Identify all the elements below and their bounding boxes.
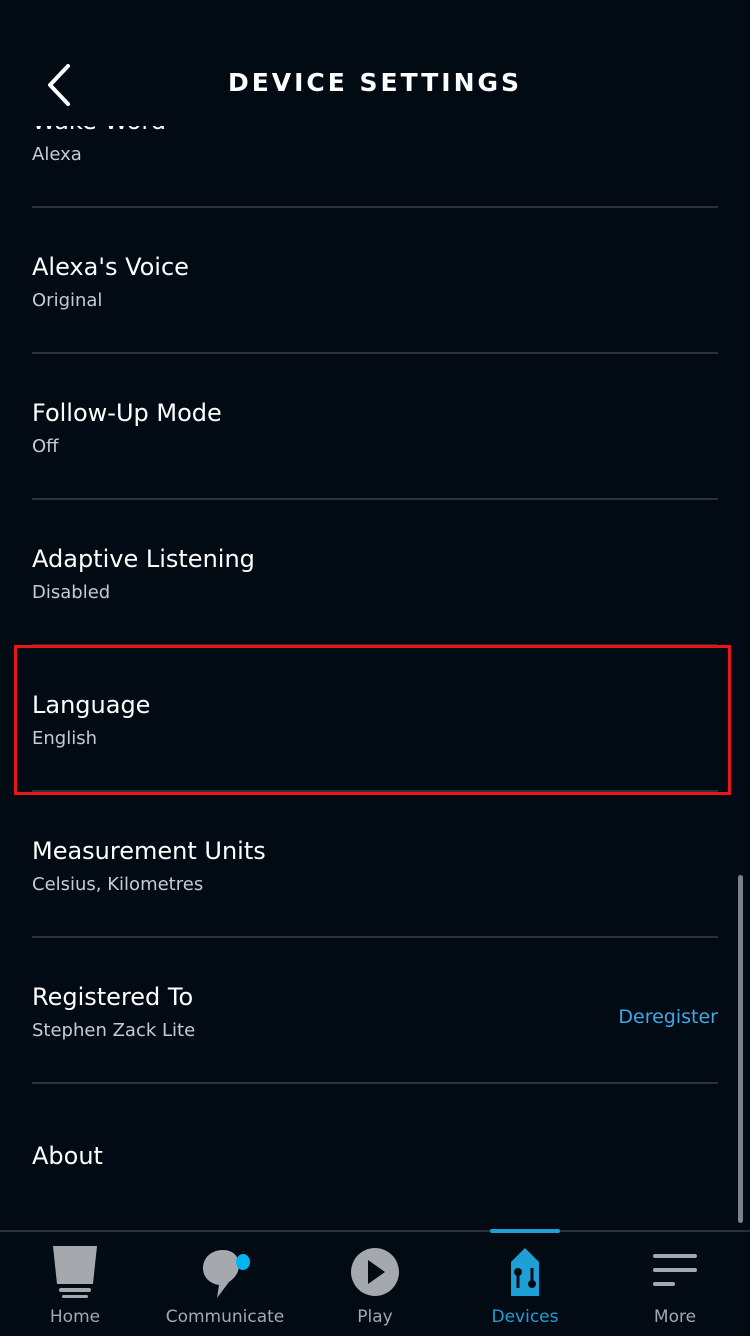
communicate-icon (203, 1250, 250, 1298)
bottom-nav: Home Communicate Play Devices More (0, 1229, 750, 1336)
setting-value: Disabled (32, 582, 111, 603)
setting-value: Celsius, Kilometres (32, 874, 204, 895)
setting-adaptive-listening[interactable]: Adaptive Listening Disabled (32, 500, 718, 646)
setting-title: Wake Word (32, 126, 166, 135)
deregister-link[interactable]: Deregister (618, 1006, 718, 1028)
tab-devices[interactable]: Devices (450, 1232, 600, 1336)
scrollbar[interactable] (738, 875, 743, 1223)
header: DEVICE SETTINGS (0, 0, 750, 126)
setting-wake-word[interactable]: Wake Word Alexa (32, 126, 718, 208)
setting-value: Off (32, 436, 59, 457)
setting-registered-to: Registered To Stephen Zack Lite Deregister (32, 938, 718, 1084)
setting-title: Measurement Units (32, 837, 266, 865)
setting-about[interactable]: About (32, 1084, 718, 1230)
setting-title: Registered To (32, 983, 194, 1011)
tab-home[interactable]: Home (0, 1232, 150, 1336)
tab-communicate[interactable]: Communicate (150, 1232, 300, 1336)
setting-follow-up-mode[interactable]: Follow-Up Mode Off (32, 354, 718, 500)
setting-title: Adaptive Listening (32, 545, 255, 573)
setting-measurement-units[interactable]: Measurement Units Celsius, Kilometres (32, 792, 718, 938)
setting-value: Original (32, 290, 103, 311)
play-icon (351, 1248, 399, 1296)
tab-label: Communicate (165, 1307, 285, 1327)
highlight-box (14, 645, 731, 795)
page-title: DEVICE SETTINGS (227, 68, 523, 97)
more-icon (653, 1254, 697, 1286)
home-icon (53, 1246, 97, 1298)
setting-title: Alexa's Voice (32, 253, 189, 281)
tab-label: Play (357, 1307, 393, 1327)
tab-label: More (653, 1307, 697, 1327)
tab-play[interactable]: Play (300, 1232, 450, 1336)
devices-icon (511, 1248, 539, 1296)
setting-title: About (32, 1142, 103, 1170)
tab-label: Home (49, 1307, 101, 1327)
tab-more[interactable]: More (600, 1232, 750, 1336)
setting-value: Stephen Zack Lite (32, 1020, 196, 1041)
setting-alexas-voice[interactable]: Alexa's Voice Original (32, 208, 718, 354)
setting-value: Alexa (32, 144, 82, 165)
tab-label: Devices (491, 1307, 559, 1327)
setting-title: Follow-Up Mode (32, 399, 222, 427)
